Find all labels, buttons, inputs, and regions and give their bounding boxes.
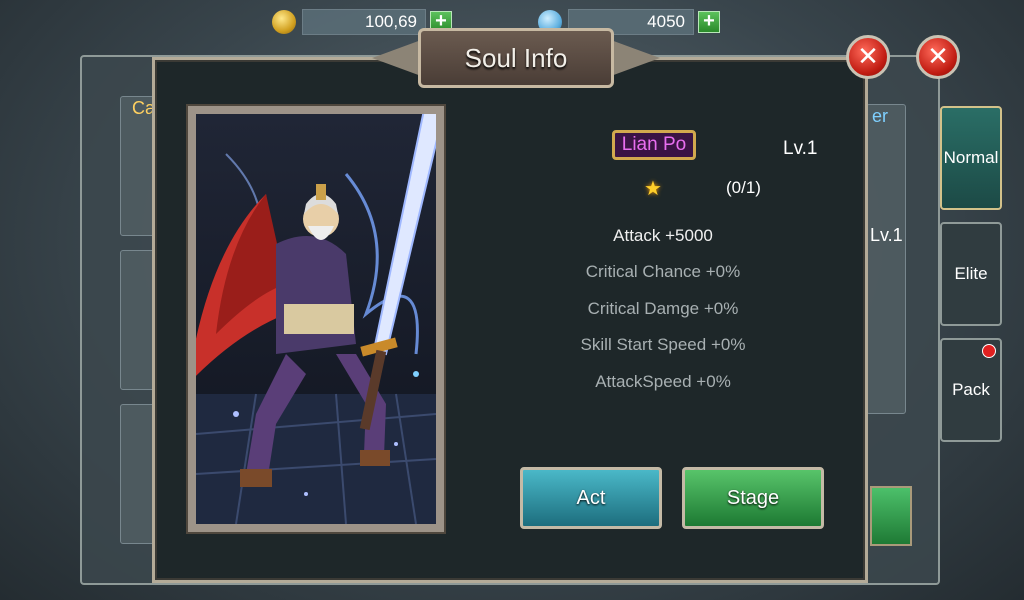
stage-button[interactable]: Stage [682,467,824,529]
tab-elite[interactable]: Elite [940,222,1002,326]
background-green-button[interactable] [870,486,912,546]
act-button[interactable]: Act [520,467,662,529]
coin-icon [272,10,296,34]
notification-dot [982,344,996,358]
hero-portrait [188,106,444,532]
stat-attack: Attack +5000 [613,226,713,245]
background-close-button[interactable]: ✕ [916,35,960,79]
close-icon: ✕ [927,41,949,71]
tab-pack-label: Pack [952,380,990,399]
tab-normal-label: Normal [943,148,999,167]
dialog-title: Soul Info [418,28,614,88]
stat-skill-start-speed: Skill Start Speed +0% [580,335,746,354]
tab-normal[interactable]: Normal [940,106,1002,210]
background-hero-label: er [872,106,889,126]
background-hero-level: Lv.1 [870,225,903,245]
close-icon: ✕ [857,41,879,71]
star-progress: (0/1) [726,178,761,197]
hero-name-badge: Lian Po [612,130,696,160]
background-hero-card[interactable] [866,104,906,414]
tab-pack[interactable]: Pack [940,338,1002,442]
tab-elite-label: Elite [954,264,988,283]
stat-critical-damage: Critical Damge +0% [587,299,739,318]
star-icon: ★ [644,178,662,200]
add-gems-button[interactable]: + [698,11,720,33]
coin-value: 100,69 [302,9,426,35]
stat-critical-chance: Critical Chance +0% [585,262,741,281]
hero-portrait-art [196,114,436,524]
stat-attack-speed: AttackSpeed +0% [595,372,731,391]
hero-level: Lv.1 [783,138,818,159]
dialog-close-button[interactable]: ✕ [846,35,890,79]
